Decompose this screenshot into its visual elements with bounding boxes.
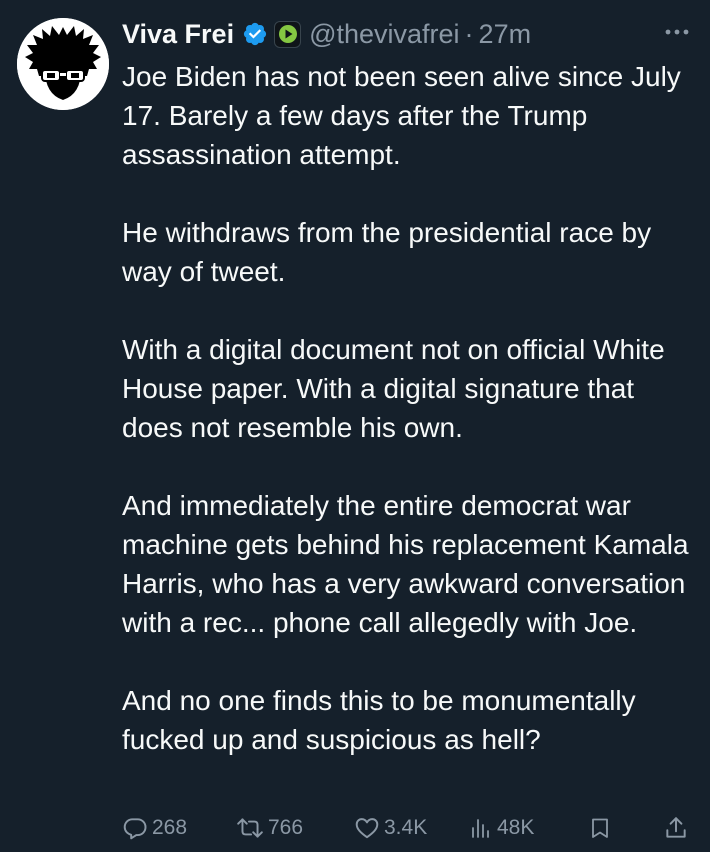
share-button[interactable] (663, 808, 689, 848)
author-name[interactable]: Viva Frei (122, 19, 234, 50)
rumble-play-icon[interactable] (274, 20, 302, 48)
views-chart-icon (469, 815, 493, 841)
tweet-paragraph: And immediately the entire democrat war … (122, 490, 689, 638)
reply-icon (122, 815, 148, 841)
tweet-text: Joe Biden has not been seen alive since … (122, 57, 702, 759)
bookmark-button[interactable] (588, 808, 612, 848)
retweet-button[interactable]: 766 (236, 808, 303, 848)
tweet-timestamp[interactable]: 27m (479, 19, 532, 50)
avatar-logo (17, 18, 109, 110)
avatar[interactable] (17, 18, 109, 110)
tweet-paragraph: Joe Biden has not been seen alive since … (122, 61, 681, 170)
tweet: Viva Frei @thevivafrei · 27m Joe Biden h… (0, 0, 710, 852)
more-horizontal-icon[interactable] (662, 20, 692, 44)
tweet-header: Viva Frei @thevivafrei · 27m (122, 14, 692, 54)
like-count: 3.4K (384, 816, 428, 839)
tweet-paragraph: And no one finds this to be monumentally… (122, 685, 636, 755)
separator-dot: · (464, 18, 474, 49)
tweet-paragraph: He withdraws from the presidential race … (122, 217, 652, 287)
views-count: 48K (497, 816, 535, 839)
share-icon (663, 815, 689, 841)
views-button[interactable]: 48K (469, 808, 534, 848)
reply-button[interactable]: 268 (122, 808, 187, 848)
reply-count: 268 (152, 816, 188, 839)
like-button[interactable]: 3.4K (354, 808, 427, 848)
author-handle[interactable]: @thevivafrei (309, 19, 459, 50)
tweet-action-bar: 268 766 3.4K 48K (122, 808, 692, 848)
verified-badge-icon (242, 21, 268, 47)
retweet-icon (236, 815, 264, 841)
bookmark-icon (588, 815, 612, 841)
retweet-count: 766 (268, 816, 304, 839)
heart-icon (354, 815, 380, 841)
tweet-paragraph: With a digital document not on official … (122, 334, 665, 443)
